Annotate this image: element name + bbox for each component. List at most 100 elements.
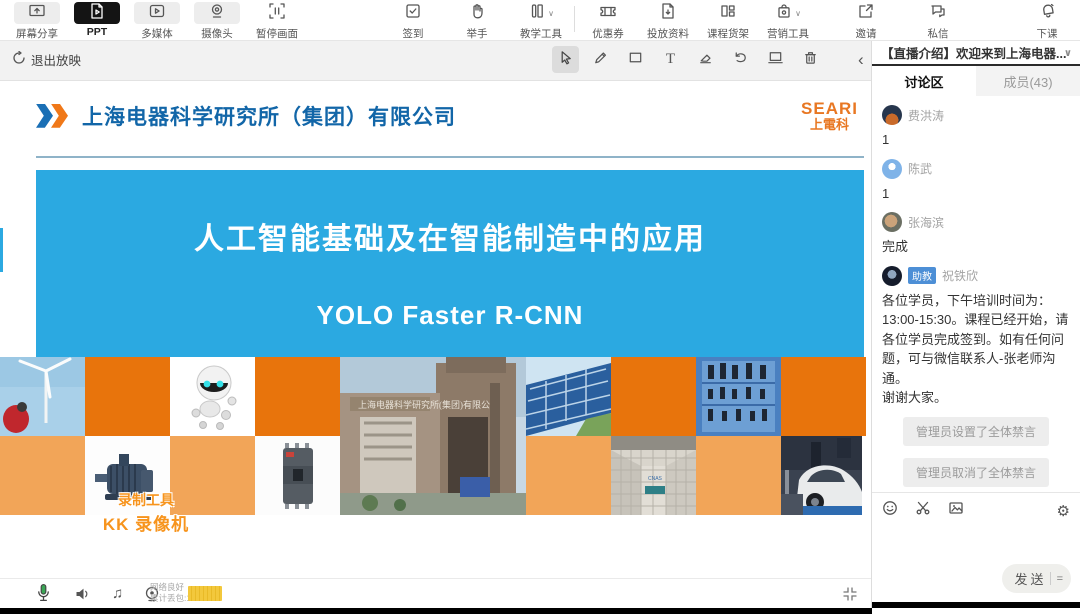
eraser-tool-button[interactable] [692, 46, 719, 73]
toolbar-divider [574, 6, 575, 32]
coupon-button[interactable]: 优惠券 [585, 2, 631, 41]
course-shelf-button[interactable]: 课程货架 [705, 2, 751, 41]
chat-sidebar: 【直播介绍】欢迎来到上海电器... ∨ 讨论区 成员(43) 费洪涛 1 陈武 … [871, 40, 1080, 608]
screenshot-scissors-button[interactable] [915, 500, 931, 521]
tab-discussion[interactable]: 讨论区 [872, 66, 976, 96]
image-button[interactable] [948, 500, 964, 521]
photo-wind-turbine [0, 357, 85, 436]
slide-title: 人工智能基础及在智能制造中的应用 [36, 214, 864, 258]
end-class-icon [1038, 2, 1056, 25]
window-bottom-strip [0, 608, 872, 614]
camera-button[interactable]: 摄像头 [194, 2, 240, 41]
direct-message-button[interactable]: 私信 [915, 2, 961, 41]
orange-tile [0, 436, 85, 515]
collapse-fullscreen-button[interactable] [842, 586, 858, 607]
chat-message-list[interactable]: 费洪涛 1 陈武 1 张海滨 完成 助教祝铁欣 各位学员，下午培训时间为：13:… [872, 96, 1080, 492]
message-composer: ⚙ 发送 = [872, 492, 1080, 602]
chat-message: 张海滨 完成 [882, 212, 1070, 257]
photo-solar-panels [526, 357, 611, 436]
clear-trash-button[interactable] [797, 46, 824, 73]
assistant-badge: 助教 [908, 267, 936, 284]
chat-input[interactable] [872, 521, 1080, 568]
text-tool-icon: T [666, 51, 675, 68]
system-message: 管理员设置了全体禁言 [903, 417, 1049, 446]
raise-hand-button[interactable]: 举手 [454, 2, 500, 41]
network-quality-graph [188, 586, 222, 601]
title-banner: 人工智能基础及在智能制造中的应用 YOLO Faster R-CNN [36, 170, 864, 357]
orange-tile [781, 357, 866, 436]
ppt-button[interactable]: PPT [74, 2, 120, 38]
tab-members[interactable]: 成员(43) [976, 66, 1080, 96]
screen-share-button[interactable]: 屏幕分享 [14, 2, 60, 41]
avatar [882, 266, 902, 286]
svg-text:CNAS: CNAS [648, 476, 663, 482]
pen-icon [592, 49, 609, 71]
orange-tile [696, 436, 781, 515]
speaker-button[interactable] [73, 585, 92, 603]
sign-in-icon [404, 2, 422, 25]
slide-subtitle: YOLO Faster R-CNN [36, 300, 864, 331]
photo-circuit-breaker [255, 436, 340, 515]
send-divider [1050, 572, 1051, 585]
chevron-down-icon: ∨ [795, 9, 801, 18]
invite-icon [857, 2, 875, 25]
orange-tile [611, 357, 696, 436]
undo-button[interactable] [727, 46, 754, 73]
pointer-tool-button[interactable] [552, 46, 579, 73]
photo-electrical-cabinet [696, 357, 781, 436]
pen-tool-button[interactable] [587, 46, 614, 73]
board-icon [767, 49, 784, 71]
send-options-icon[interactable]: = [1057, 573, 1063, 585]
avatar [882, 212, 902, 232]
slide-header: 上海电器科学研究所（集团）有限公司 SEARI 上電科 [36, 100, 864, 131]
ppt-icon [88, 2, 106, 25]
left-edge-accent [0, 228, 3, 272]
undo-icon [732, 49, 749, 71]
photo-anechoic-chamber: CNAS [611, 436, 696, 515]
coupon-icon [599, 2, 617, 25]
trash-icon [802, 49, 819, 71]
raise-hand-icon [468, 2, 486, 25]
presentation-toolbar: 退出放映 T ‹ › [0, 40, 872, 81]
photo-white-car [781, 436, 866, 515]
rectangle-icon [627, 49, 644, 71]
recorder-watermark: 录制工具 KK 录像机 [86, 490, 206, 535]
end-class-button[interactable]: 下课 [1024, 2, 1070, 41]
logo-chevron-icon [36, 104, 53, 128]
emoji-button[interactable] [882, 500, 898, 521]
text-tool-button[interactable]: T [657, 46, 684, 73]
exit-loop-icon [12, 51, 26, 68]
top-toolbar: 屏幕分享 PPT 多媒体 摄像头 暂停画面 签到 [0, 0, 1080, 41]
prev-slide-button[interactable]: ‹ [854, 50, 868, 70]
rectangle-tool-button[interactable] [622, 46, 649, 73]
multimedia-button[interactable]: 多媒体 [134, 2, 180, 41]
teaching-tools-button[interactable]: ∨ 教学工具 [518, 2, 564, 41]
teaching-tools-icon [528, 2, 546, 25]
microphone-button[interactable] [34, 583, 53, 604]
screen-share-icon [28, 2, 46, 25]
materials-button[interactable]: 投放资料 [645, 2, 691, 41]
orange-tile [526, 436, 611, 515]
marketing-tools-button[interactable]: ∨ 营销工具 [765, 2, 811, 41]
seari-logo: SEARI 上電科 [801, 100, 864, 131]
board-tool-button[interactable] [762, 46, 789, 73]
music-button[interactable]: ♫ [112, 585, 123, 602]
live-announcement-bar[interactable]: 【直播介绍】欢迎来到上海电器... ∨ [872, 40, 1080, 66]
pause-screen-button[interactable]: 暂停画面 [254, 2, 300, 41]
logo-chevron-icon [51, 104, 68, 128]
materials-icon [659, 2, 677, 25]
exit-presentation-button[interactable]: 退出放映 [12, 50, 81, 69]
invite-button[interactable]: 邀请 [843, 2, 889, 41]
chat-message: 陈武 1 [882, 159, 1070, 204]
camera-icon [208, 2, 226, 25]
collapse-icon [842, 589, 858, 606]
pointer-icon [557, 49, 574, 71]
orange-tile [255, 357, 340, 436]
sign-in-button[interactable]: 签到 [390, 2, 436, 41]
avatar [882, 159, 902, 179]
send-button[interactable]: 发送 = [1002, 564, 1071, 593]
photo-robot [170, 357, 255, 436]
chevron-down-icon: ∨ [548, 9, 554, 18]
settings-gear-button[interactable]: ⚙ [1057, 502, 1070, 520]
chevron-down-icon: ∨ [1064, 40, 1072, 66]
